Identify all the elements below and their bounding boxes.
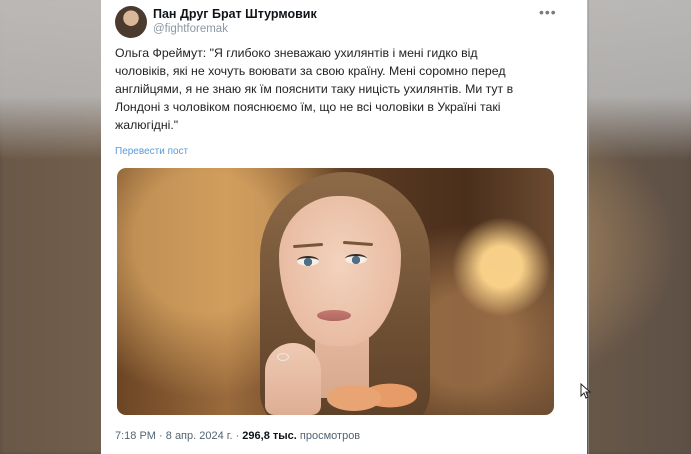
photo-ruffle-collar bbox=[327, 368, 417, 415]
photo-right-eye bbox=[345, 254, 367, 264]
meta-separator: · bbox=[159, 430, 163, 442]
avatar[interactable] bbox=[115, 6, 147, 38]
author-name[interactable]: Пан Друг Брат Штурмовик bbox=[153, 7, 317, 21]
more-dots-icon[interactable]: ••• bbox=[539, 4, 557, 20]
views-count: 296,8 тыс. bbox=[242, 430, 297, 442]
photo-lips bbox=[317, 310, 351, 321]
author-handle[interactable]: @fightforemak bbox=[153, 23, 228, 35]
mouse-cursor-icon bbox=[580, 383, 592, 399]
tweet-date[interactable]: 8 апр. 2024 г. bbox=[166, 430, 233, 442]
photo-ring bbox=[277, 353, 289, 361]
translate-post-link[interactable]: Перевести пост bbox=[115, 146, 188, 157]
tweet-photo[interactable] bbox=[117, 168, 554, 415]
views-label: просмотров bbox=[299, 430, 361, 442]
photo-hand bbox=[265, 343, 321, 415]
tweet-time[interactable]: 7:18 PM bbox=[115, 430, 156, 442]
tweet-text: Ольга Фреймут: "Я глибоко зневажаю ухиля… bbox=[115, 46, 514, 132]
tweet-card: Пан Друг Брат Штурмовик @fightforemak ••… bbox=[101, 0, 587, 454]
meta-separator-2: · bbox=[235, 430, 240, 442]
photo-left-eye bbox=[297, 256, 319, 266]
tweet-meta: 7:18 PM · 8 апр. 2024 г. · 296,8 тыс. пр… bbox=[115, 430, 360, 442]
